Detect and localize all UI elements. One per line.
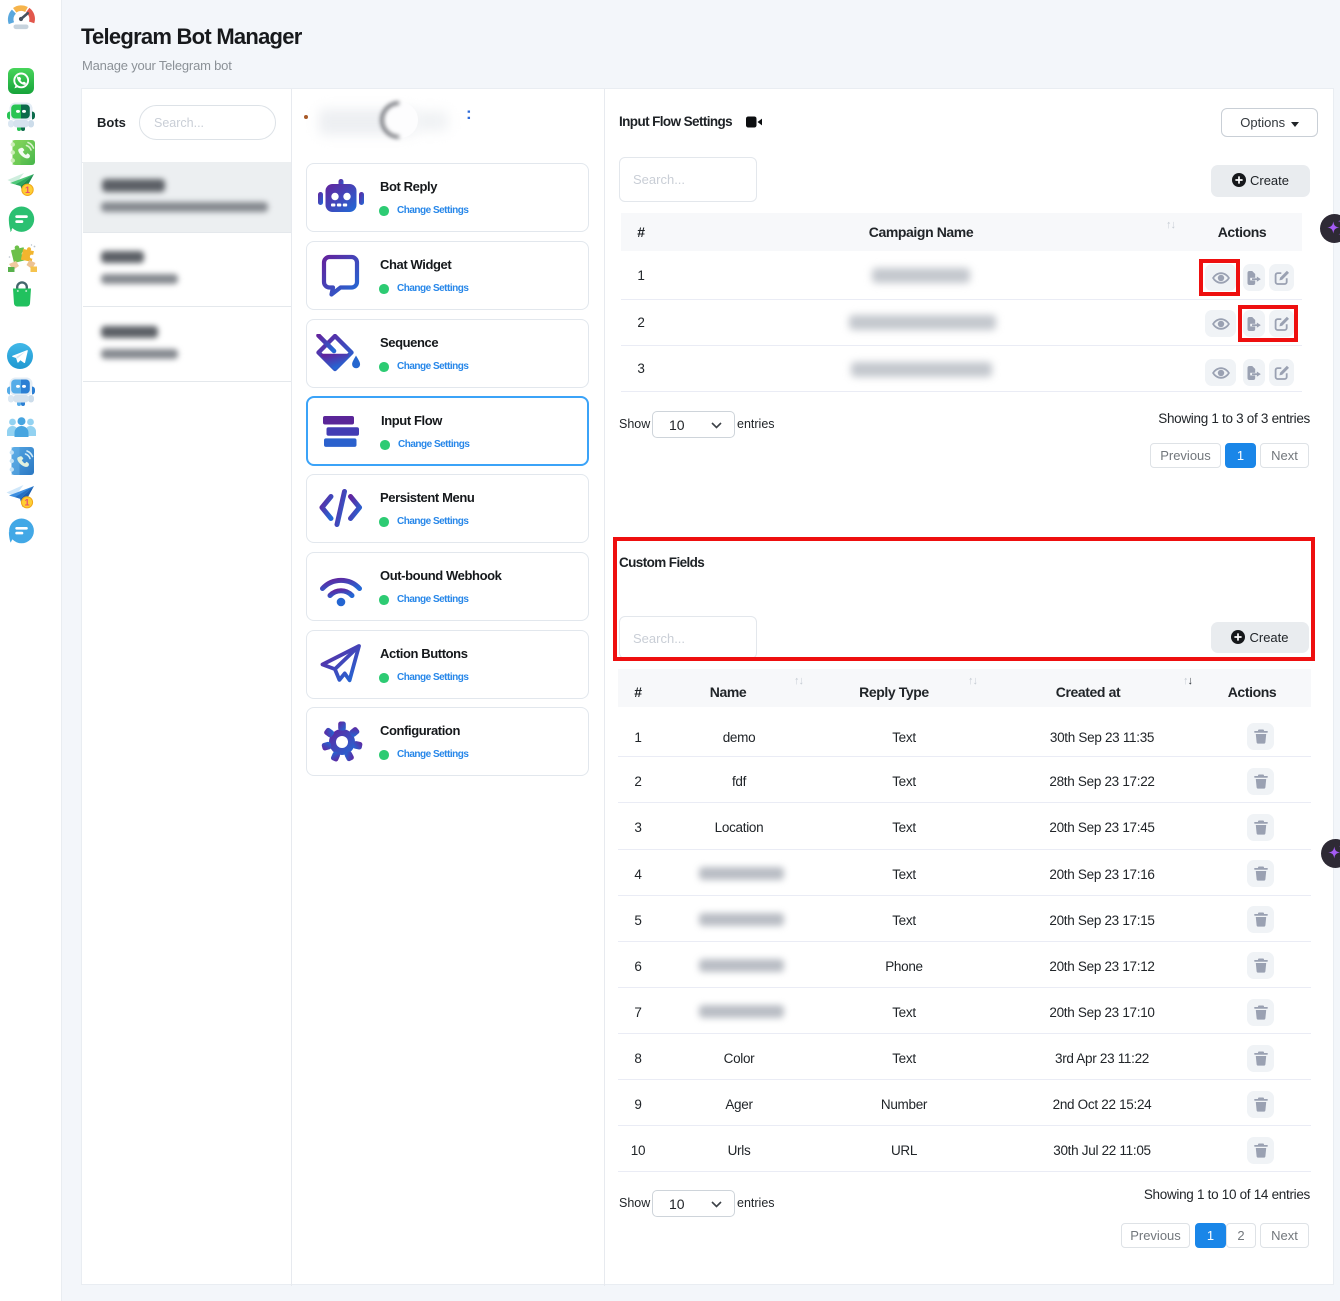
svg-text:1: 1	[25, 185, 30, 195]
svg-text:1: 1	[24, 498, 29, 508]
